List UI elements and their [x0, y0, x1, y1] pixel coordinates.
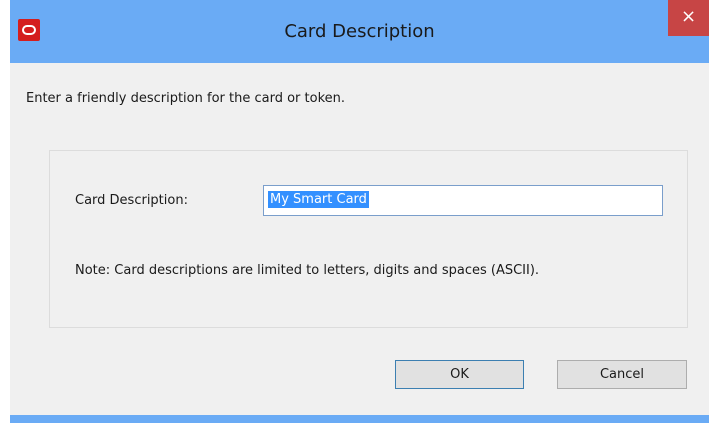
- card-description-group: Card Description: My Smart Card Note: Ca…: [49, 150, 688, 328]
- ok-button[interactable]: OK: [395, 360, 524, 389]
- close-button[interactable]: ×: [668, 0, 709, 36]
- dialog-window: Card Description × Enter a friendly desc…: [10, 0, 709, 423]
- close-icon: ×: [680, 6, 697, 27]
- cancel-button[interactable]: Cancel: [557, 360, 687, 389]
- selected-text: My Smart Card: [268, 191, 369, 208]
- card-description-input[interactable]: My Smart Card: [263, 185, 663, 216]
- window-title: Card Description: [284, 21, 435, 42]
- card-description-label: Card Description:: [75, 193, 188, 208]
- window-frame-bottom: [10, 415, 709, 423]
- dialog-body: Enter a friendly description for the car…: [10, 63, 709, 415]
- note-text: Note: Card descriptions are limited to l…: [75, 263, 540, 278]
- instruction-text: Enter a friendly description for the car…: [26, 91, 346, 106]
- title-bar[interactable]: Card Description ×: [10, 0, 709, 63]
